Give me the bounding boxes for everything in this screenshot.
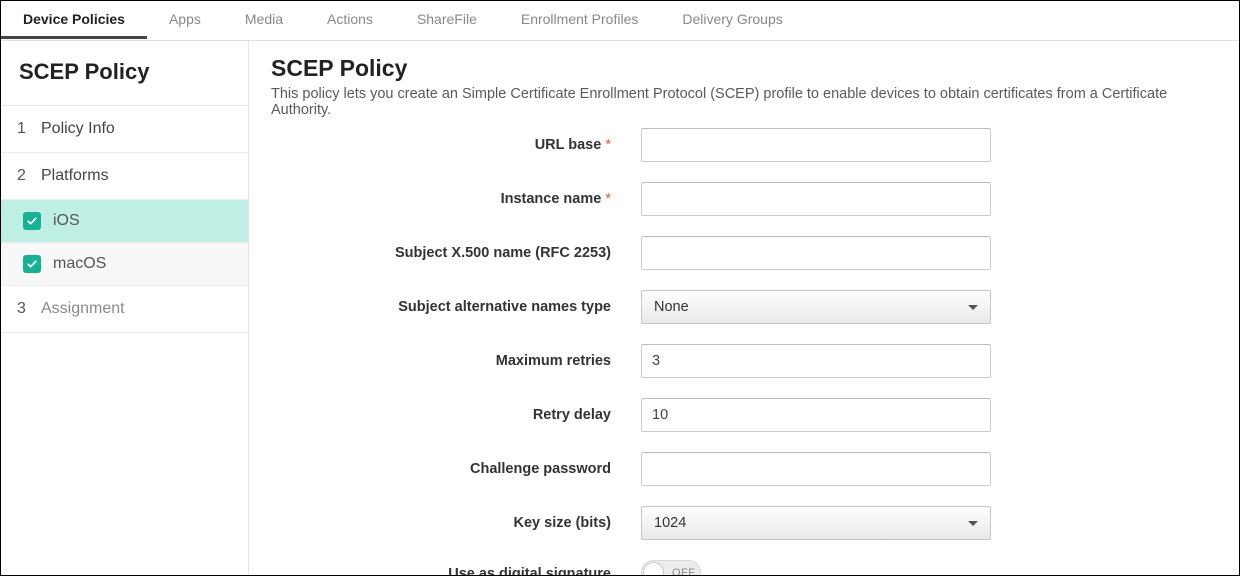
body: SCEP Policy 1 Policy Info 2 Platforms iO… — [1, 41, 1239, 575]
input-url-base[interactable] — [641, 128, 991, 162]
wizard-sidebar: SCEP Policy 1 Policy Info 2 Platforms iO… — [1, 41, 249, 575]
checkbox-checked-icon[interactable] — [23, 255, 41, 273]
label-retry-delay: Retry delay — [271, 407, 641, 423]
tab-actions[interactable]: Actions — [305, 1, 395, 36]
label-max-retries: Maximum retries — [271, 353, 641, 369]
row-max-retries: Maximum retries — [271, 344, 1217, 378]
label-challenge-password: Challenge password — [271, 461, 641, 477]
platform-label: macOS — [53, 255, 106, 273]
caret-down-icon — [968, 305, 978, 310]
checkbox-checked-icon[interactable] — [23, 212, 41, 230]
step-label: Assignment — [41, 300, 125, 318]
step-label: Policy Info — [41, 120, 115, 138]
platform-item-macos[interactable]: macOS — [1, 243, 248, 286]
platform-item-ios[interactable]: iOS — [1, 200, 248, 243]
toggle-digital-signature[interactable]: OFF — [641, 560, 701, 575]
label-url-base: URL base * — [271, 137, 641, 153]
step-number: 1 — [17, 120, 31, 138]
required-marker: * — [605, 137, 611, 153]
page-title: SCEP Policy — [271, 55, 1217, 82]
page-description: This policy lets you create an Simple Ce… — [271, 86, 1217, 118]
step-number: 2 — [17, 167, 31, 185]
row-digital-signature: Use as digital signature OFF — [271, 560, 1217, 575]
input-max-retries[interactable] — [641, 344, 991, 378]
row-key-size: Key size (bits) 1024 — [271, 506, 1217, 540]
select-value: None — [654, 299, 689, 315]
tab-sharefile[interactable]: ShareFile — [395, 1, 499, 36]
platform-label: iOS — [53, 212, 80, 230]
app-frame: Device Policies Apps Media Actions Share… — [0, 0, 1240, 576]
step-assignment[interactable]: 3 Assignment — [1, 286, 248, 333]
step-policy-info[interactable]: 1 Policy Info — [1, 106, 248, 153]
tab-apps[interactable]: Apps — [147, 1, 223, 36]
row-url-base: URL base * — [271, 128, 1217, 162]
row-retry-delay: Retry delay — [271, 398, 1217, 432]
select-key-size[interactable]: 1024 — [641, 506, 991, 540]
input-retry-delay[interactable] — [641, 398, 991, 432]
select-san-type[interactable]: None — [641, 290, 991, 324]
sidebar-header: SCEP Policy — [1, 41, 248, 106]
row-subject-x500: Subject X.500 name (RFC 2253) — [271, 236, 1217, 270]
select-value: 1024 — [654, 515, 686, 531]
input-challenge-password[interactable] — [641, 452, 991, 486]
input-subject-x500[interactable] — [641, 236, 991, 270]
label-subject-x500: Subject X.500 name (RFC 2253) — [271, 245, 641, 261]
tab-device-policies[interactable]: Device Policies — [1, 1, 147, 39]
tab-delivery-groups[interactable]: Delivery Groups — [660, 1, 804, 36]
main-panel: SCEP Policy This policy lets you create … — [249, 41, 1239, 575]
label-digital-signature: Use as digital signature — [271, 566, 641, 575]
top-tabs: Device Policies Apps Media Actions Share… — [1, 1, 1239, 41]
caret-down-icon — [968, 521, 978, 526]
row-challenge-password: Challenge password — [271, 452, 1217, 486]
label-san-type: Subject alternative names type — [271, 299, 641, 315]
toggle-knob — [643, 562, 664, 575]
input-instance-name[interactable] — [641, 182, 991, 216]
required-marker: * — [605, 191, 611, 207]
step-label: Platforms — [41, 167, 109, 185]
toggle-state: OFF — [672, 567, 696, 576]
label-instance-name: Instance name * — [271, 191, 641, 207]
row-san-type: Subject alternative names type None — [271, 290, 1217, 324]
label-key-size: Key size (bits) — [271, 515, 641, 531]
sidebar-title: SCEP Policy — [19, 59, 230, 85]
row-instance-name: Instance name * — [271, 182, 1217, 216]
tab-enrollment-profiles[interactable]: Enrollment Profiles — [499, 1, 661, 36]
step-platforms[interactable]: 2 Platforms — [1, 153, 248, 200]
step-number: 3 — [17, 300, 31, 318]
tab-media[interactable]: Media — [223, 1, 305, 36]
